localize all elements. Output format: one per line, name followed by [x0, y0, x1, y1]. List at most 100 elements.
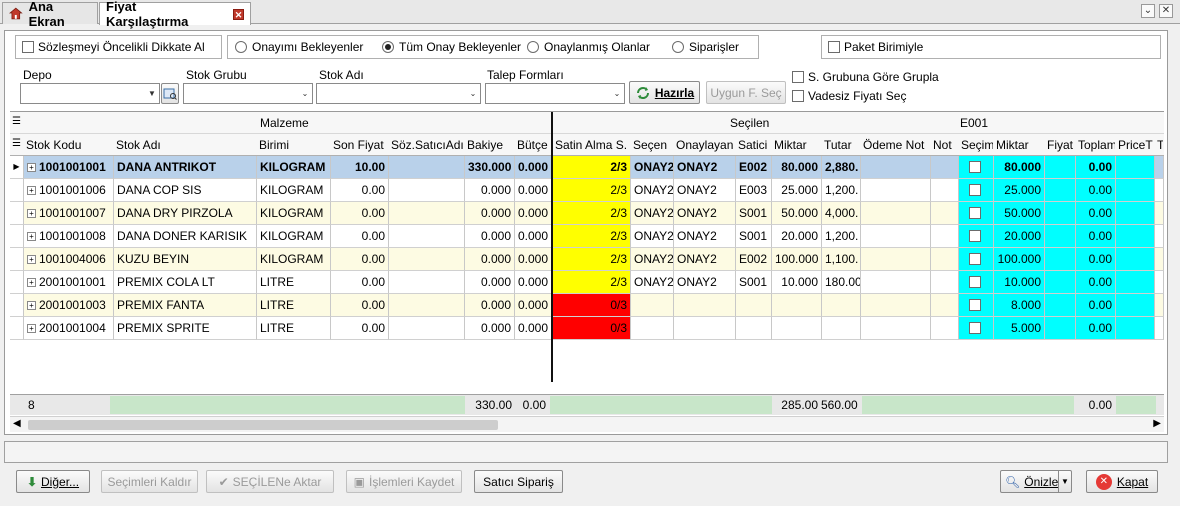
- column-header-cell[interactable]: Son Fiyat: [333, 138, 388, 152]
- empty-cell[interactable]: [1116, 225, 1155, 248]
- expand-icon[interactable]: +: [27, 255, 36, 265]
- vadesiz-checkbox[interactable]: [792, 90, 804, 102]
- scroll-right-icon[interactable]: ▶: [1153, 418, 1161, 429]
- satin-cell[interactable]: 2/3: [553, 271, 631, 294]
- satici-cell[interactable]: [736, 294, 772, 317]
- satici-cell[interactable]: [736, 317, 772, 340]
- band-menu-icon[interactable]: ☰: [12, 116, 21, 127]
- empty-cell[interactable]: [861, 225, 931, 248]
- empty-cell[interactable]: [389, 248, 465, 271]
- secim-checkbox[interactable]: [969, 299, 981, 311]
- secen-cell[interactable]: ONAY2: [631, 271, 674, 294]
- empty-cell[interactable]: [931, 317, 959, 340]
- son_fiyat-cell[interactable]: 0.00: [331, 202, 389, 225]
- islemleri-kaydet-button[interactable]: ▣ İşlemleri Kaydet: [346, 470, 462, 493]
- birim-cell[interactable]: LITRE: [257, 271, 331, 294]
- miktar-cell[interactable]: [772, 294, 822, 317]
- column-header-cell[interactable]: Miktar: [774, 138, 821, 152]
- expand-icon[interactable]: +: [27, 209, 36, 219]
- toplam-cell[interactable]: 0.00: [1076, 317, 1116, 340]
- ad-cell[interactable]: KUZU BEYIN: [114, 248, 257, 271]
- bakiye-cell[interactable]: 0.000: [465, 225, 515, 248]
- tutar-cell[interactable]: 180.00: [822, 271, 861, 294]
- onaylayan-cell[interactable]: [674, 294, 736, 317]
- e_miktar-cell[interactable]: 80.000: [994, 156, 1045, 179]
- empty-cell[interactable]: [1116, 317, 1155, 340]
- secim-cell[interactable]: [959, 156, 994, 179]
- satici-cell[interactable]: E002: [736, 248, 772, 271]
- onaylayan-cell[interactable]: ONAY2: [674, 271, 736, 294]
- birim-cell[interactable]: KILOGRAM: [257, 202, 331, 225]
- radio-tum-onay-bekleyenler[interactable]: [382, 41, 394, 53]
- ad-cell[interactable]: PREMIX SPRITE: [114, 317, 257, 340]
- bakiye-cell[interactable]: 0.000: [465, 271, 515, 294]
- chevron-down-icon[interactable]: ⌄: [1141, 4, 1155, 18]
- column-header-cell[interactable]: Fiyat: [1047, 138, 1075, 152]
- scroll-left-icon[interactable]: ◀: [13, 418, 21, 429]
- toplam-cell[interactable]: 0.00: [1076, 156, 1116, 179]
- birim-cell[interactable]: KILOGRAM: [257, 179, 331, 202]
- empty-cell[interactable]: [931, 294, 959, 317]
- column-header-cell[interactable]: Bakiye: [467, 138, 514, 152]
- miktar-cell[interactable]: 50.000: [772, 202, 822, 225]
- e_miktar-cell[interactable]: 50.000: [994, 202, 1045, 225]
- column-header-cell[interactable]: To: [1157, 138, 1163, 152]
- horizontal-scrollbar[interactable]: ◀ ▶: [10, 416, 1164, 432]
- column-header-cell[interactable]: Stok Adı: [116, 138, 256, 152]
- butce-cell[interactable]: 0.000: [515, 248, 552, 271]
- empty-cell[interactable]: [861, 271, 931, 294]
- radio-siparisler[interactable]: [672, 41, 684, 53]
- dropdown-arrow-icon[interactable]: ▼: [1058, 471, 1071, 492]
- e_miktar-cell[interactable]: 8.000: [994, 294, 1045, 317]
- e_miktar-cell[interactable]: 25.000: [994, 179, 1045, 202]
- empty-cell[interactable]: [1116, 248, 1155, 271]
- ad-cell[interactable]: DANA DONER KARISIK: [114, 225, 257, 248]
- empty-cell[interactable]: [1045, 225, 1076, 248]
- expand-icon[interactable]: +: [27, 232, 36, 242]
- empty-cell[interactable]: [861, 202, 931, 225]
- son_fiyat-cell[interactable]: 0.00: [331, 179, 389, 202]
- empty-cell[interactable]: [931, 156, 959, 179]
- miktar-cell[interactable]: [772, 317, 822, 340]
- satin-cell[interactable]: 2/3: [553, 225, 631, 248]
- butce-cell[interactable]: 0.000: [515, 317, 552, 340]
- empty-cell[interactable]: [1045, 294, 1076, 317]
- tutar-cell[interactable]: 1,100.: [822, 248, 861, 271]
- toplam-cell[interactable]: 0.00: [1076, 271, 1116, 294]
- miktar-cell[interactable]: 20.000: [772, 225, 822, 248]
- column-header-cell[interactable]: Seçen: [633, 138, 673, 152]
- tab-ana-ekran[interactable]: Ana Ekran: [2, 0, 98, 29]
- secen-cell[interactable]: [631, 294, 674, 317]
- uygun-fiyat-button[interactable]: Uygun F. Seç: [706, 81, 786, 104]
- empty-cell[interactable]: [389, 179, 465, 202]
- onaylayan-cell[interactable]: ONAY2: [674, 225, 736, 248]
- satin-cell[interactable]: 2/3: [553, 202, 631, 225]
- satici-cell[interactable]: S001: [736, 271, 772, 294]
- secim-cell[interactable]: [959, 294, 994, 317]
- column-header-cell[interactable]: Satici: [738, 138, 771, 152]
- empty-cell[interactable]: [931, 225, 959, 248]
- column-header-cell[interactable]: Bütçe: [517, 138, 551, 152]
- lookup-button[interactable]: [161, 83, 179, 104]
- son_fiyat-cell[interactable]: 0.00: [331, 225, 389, 248]
- secen-cell[interactable]: [631, 317, 674, 340]
- tutar-cell[interactable]: 2,880.: [822, 156, 861, 179]
- ad-cell[interactable]: PREMIX COLA LT: [114, 271, 257, 294]
- expand-icon[interactable]: +: [27, 163, 36, 173]
- secen-cell[interactable]: ONAY2: [631, 179, 674, 202]
- empty-cell[interactable]: [389, 156, 465, 179]
- butce-cell[interactable]: 0.000: [515, 156, 552, 179]
- depo-combo[interactable]: ▼: [20, 83, 160, 104]
- secen-cell[interactable]: ONAY2: [631, 225, 674, 248]
- radio-onayimi-bekleyenler[interactable]: [235, 41, 247, 53]
- table-row[interactable]: +1001001006 DANA COP SIS KILOGRAM 0.00 0.000…: [10, 179, 1164, 202]
- stok-kodu-cell[interactable]: +2001001001: [24, 271, 114, 294]
- column-header-cell[interactable]: Onaylayan: [676, 138, 735, 152]
- birim-cell[interactable]: LITRE: [257, 317, 331, 340]
- ad-cell[interactable]: DANA ANTRIKOT: [114, 156, 257, 179]
- secim-cell[interactable]: [959, 179, 994, 202]
- empty-cell[interactable]: [1116, 202, 1155, 225]
- table-row[interactable]: +2001001004 PREMIX SPRITE LITRE 0.00 0.000 0.…: [10, 317, 1164, 340]
- secim-checkbox[interactable]: [969, 253, 981, 265]
- onizle-button[interactable]: 🔍︎ Önizle ▼: [1000, 470, 1072, 493]
